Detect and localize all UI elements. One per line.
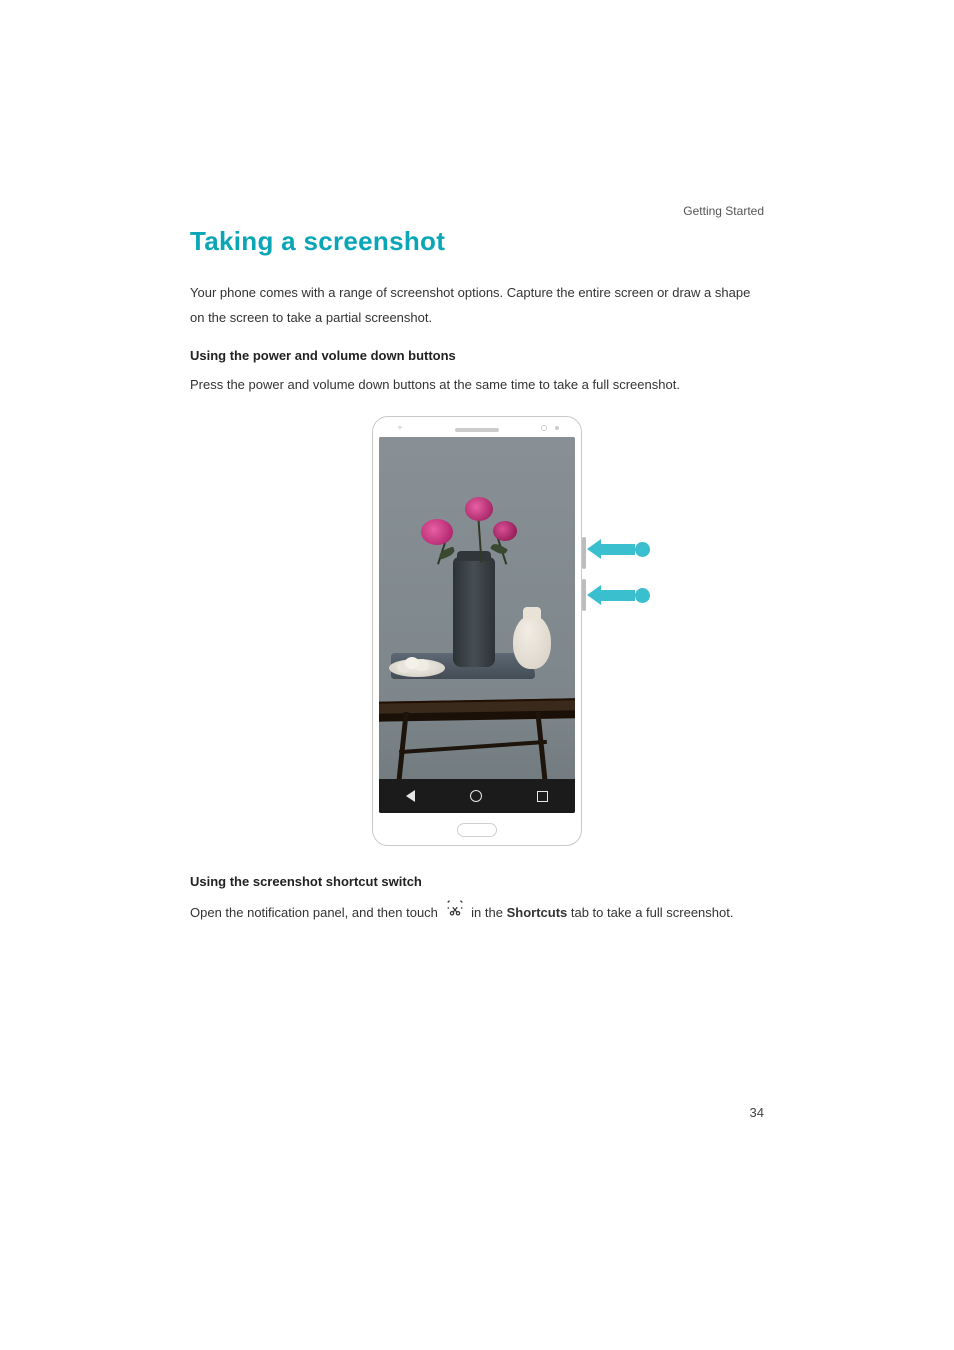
chapter-label: Getting Started bbox=[190, 204, 764, 218]
phone-illustration: + bbox=[372, 416, 582, 846]
arrow-volume-down bbox=[587, 585, 650, 605]
page-number: 34 bbox=[750, 1105, 764, 1120]
scissors-icon bbox=[446, 899, 464, 926]
section1-body: Press the power and volume down buttons … bbox=[190, 373, 764, 398]
phone-home-button bbox=[457, 823, 497, 837]
section2-suffix: tab to take a full screenshot. bbox=[571, 905, 734, 920]
arrow-power-button bbox=[587, 539, 650, 559]
page-title: Taking a screenshot bbox=[190, 226, 764, 257]
intro-paragraph: Your phone comes with a range of screens… bbox=[190, 281, 764, 330]
nav-home-icon bbox=[470, 790, 482, 802]
nav-recent-icon bbox=[537, 791, 548, 802]
section2-body: Open the notification panel, and then to… bbox=[190, 899, 764, 927]
phone-figure: + bbox=[190, 416, 764, 846]
section2-prefix: Open the notification panel, and then to… bbox=[190, 905, 442, 920]
phone-nav-bar bbox=[379, 779, 575, 813]
volume-down-indicator bbox=[582, 579, 586, 611]
power-button-indicator bbox=[582, 537, 586, 569]
nav-back-icon bbox=[406, 790, 415, 802]
section-heading-shortcut: Using the screenshot shortcut switch bbox=[190, 874, 764, 889]
section-heading-buttons: Using the power and volume down buttons bbox=[190, 348, 764, 363]
phone-screen bbox=[379, 437, 575, 813]
shortcuts-label: Shortcuts bbox=[507, 905, 568, 920]
section2-mid: in the bbox=[471, 905, 506, 920]
